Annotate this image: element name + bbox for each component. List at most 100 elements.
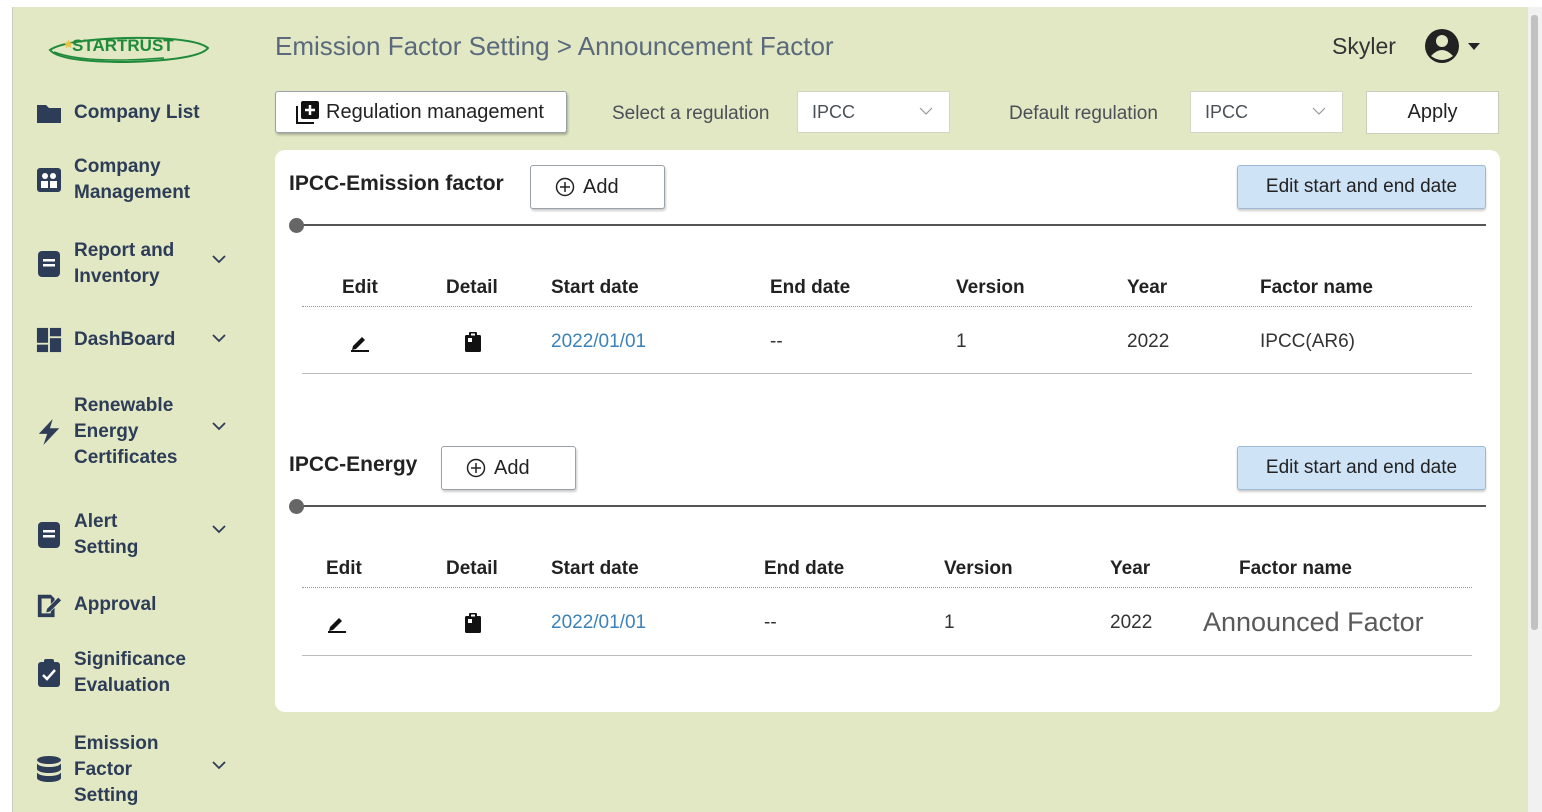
- database-icon: [36, 756, 62, 783]
- start-date-link[interactable]: 2022/01/01: [551, 612, 646, 634]
- column-header[interactable]: Year: [1110, 558, 1150, 580]
- vertical-scrollbar[interactable]: [1528, 7, 1542, 812]
- factor-name-cell: IPCC(AR6): [1260, 331, 1356, 352]
- user-menu[interactable]: [1424, 28, 1484, 64]
- clipboard-detail-icon[interactable]: [464, 612, 482, 634]
- sidebar-item-significance-evaluation[interactable]: Significance Evaluation: [36, 647, 204, 699]
- lightning-icon: [36, 419, 62, 445]
- select-regulation-value: IPCC: [812, 101, 856, 122]
- sidebar-item-report-inventory[interactable]: Report and Inventory: [36, 238, 204, 290]
- chevron-down-icon[interactable]: [212, 758, 226, 772]
- sidebar-item-renewable-energy[interactable]: Renewable Energy Certificates: [36, 393, 204, 471]
- chevron-down-icon[interactable]: [212, 419, 226, 433]
- clipboard-detail-icon[interactable]: [464, 331, 482, 353]
- regulation-management-label: Regulation management: [326, 100, 544, 123]
- folder-icon: [36, 100, 62, 126]
- chevron-down-icon: [919, 107, 933, 115]
- column-header[interactable]: Start date: [551, 277, 639, 299]
- chevron-down-icon[interactable]: [212, 331, 226, 345]
- header-divider: [302, 587, 1472, 588]
- sidebar-item-dashboard[interactable]: DashBoard: [36, 327, 204, 353]
- page-title-breadcrumb: Emission Factor Setting > Announcement F…: [275, 31, 834, 61]
- default-regulation-dropdown[interactable]: IPCC: [1190, 91, 1343, 133]
- add-box-icon: [296, 101, 319, 124]
- dashboard-icon: [36, 327, 62, 353]
- document-icon: [36, 522, 62, 548]
- column-header[interactable]: Year: [1127, 277, 1167, 299]
- column-header[interactable]: Start date: [551, 558, 639, 580]
- row-divider: [302, 655, 1472, 656]
- team-board-icon: [36, 167, 62, 193]
- logo-swoosh-icon: STARTRUST: [48, 36, 210, 64]
- plus-circle-icon: [466, 458, 486, 478]
- date-slider-handle[interactable]: [289, 218, 304, 233]
- section-title-emission-factor: IPCC-Emission factor: [289, 172, 504, 195]
- row-divider: [302, 373, 1472, 374]
- chevron-down-icon[interactable]: [212, 522, 226, 536]
- sidebar-item-label: Company Management: [74, 156, 191, 203]
- sidebar-item-approval[interactable]: Approval: [36, 592, 204, 618]
- sidebar-item-label: DashBoard: [74, 329, 176, 350]
- sidebar-item-label: Emission Factor Setting: [74, 733, 159, 806]
- default-regulation-label: Default regulation: [1009, 103, 1158, 124]
- plus-circle-icon: [555, 177, 575, 197]
- user-name: Skyler: [1332, 33, 1396, 59]
- sidebar-item-company-list[interactable]: Company List: [36, 100, 234, 126]
- add-energy-button[interactable]: Add: [441, 446, 576, 490]
- version-cell: 1: [956, 331, 967, 352]
- sidebar-item-alert-setting[interactable]: Alert Setting: [36, 509, 174, 561]
- end-date-cell: --: [764, 612, 777, 633]
- column-header[interactable]: End date: [770, 277, 850, 299]
- regulation-management-button[interactable]: Regulation management: [275, 91, 567, 133]
- signature-icon: [36, 592, 62, 618]
- column-header[interactable]: End date: [764, 558, 844, 580]
- column-header: Detail: [446, 277, 498, 298]
- user-circle-icon: [1425, 29, 1480, 63]
- date-slider-track[interactable]: [296, 224, 1486, 226]
- date-slider-handle[interactable]: [289, 499, 304, 514]
- select-regulation-label: Select a regulation: [612, 103, 770, 124]
- default-regulation-value: IPCC: [1205, 101, 1249, 122]
- document-icon: [36, 251, 62, 277]
- logo-text: STARTRUST: [72, 36, 174, 55]
- year-cell: 2022: [1110, 612, 1153, 633]
- end-date-cell: --: [770, 331, 783, 352]
- chevron-down-icon: [1312, 107, 1326, 115]
- sidebar-item-emission-factor-setting[interactable]: Emission Factor Setting: [36, 731, 164, 809]
- add-label: Add: [583, 175, 619, 198]
- start-date-link[interactable]: 2022/01/01: [551, 331, 646, 353]
- year-cell: 2022: [1127, 331, 1170, 352]
- sidebar-item-label: Company List: [74, 102, 200, 123]
- column-header: Detail: [446, 558, 498, 579]
- add-label: Add: [494, 456, 530, 479]
- select-regulation-dropdown[interactable]: IPCC: [797, 91, 950, 133]
- startrust-logo: STARTRUST: [44, 28, 214, 68]
- column-header[interactable]: Factor name: [1239, 558, 1352, 580]
- sidebar-item-label: Alert Setting: [74, 511, 139, 558]
- edit-dates-button-energy[interactable]: Edit start and end date: [1237, 446, 1486, 490]
- scrollbar-thumb[interactable]: [1531, 15, 1538, 630]
- column-header[interactable]: Version: [944, 558, 1013, 580]
- factor-name-cell: Announced Factor: [1203, 607, 1424, 637]
- chevron-down-icon[interactable]: [212, 252, 226, 266]
- edit-dates-button-emission-factor[interactable]: Edit start and end date: [1237, 165, 1486, 209]
- caret-down-icon: [1468, 43, 1480, 50]
- column-header[interactable]: Factor name: [1260, 277, 1373, 299]
- date-slider-track[interactable]: [296, 505, 1486, 507]
- apply-button[interactable]: Apply: [1366, 91, 1499, 134]
- column-header: Edit: [326, 558, 362, 579]
- sidebar-item-company-management[interactable]: Company Management: [36, 154, 204, 206]
- header-divider: [302, 306, 1472, 307]
- section-title-energy: IPCC-Energy: [289, 453, 418, 476]
- pencil-icon[interactable]: [327, 613, 347, 633]
- pencil-icon[interactable]: [350, 332, 370, 352]
- sidebar-item-label: Renewable Energy Certificates: [74, 395, 178, 468]
- add-emission-factor-button[interactable]: Add: [530, 165, 665, 209]
- version-cell: 1: [944, 612, 955, 633]
- sidebar-item-label: Significance Evaluation: [74, 649, 186, 696]
- sidebar-item-label: Approval: [74, 594, 157, 615]
- column-header[interactable]: Version: [956, 277, 1025, 299]
- clipboard-check-icon: [36, 659, 62, 687]
- column-header: Edit: [342, 277, 378, 298]
- sidebar-item-label: Report and Inventory: [74, 240, 175, 287]
